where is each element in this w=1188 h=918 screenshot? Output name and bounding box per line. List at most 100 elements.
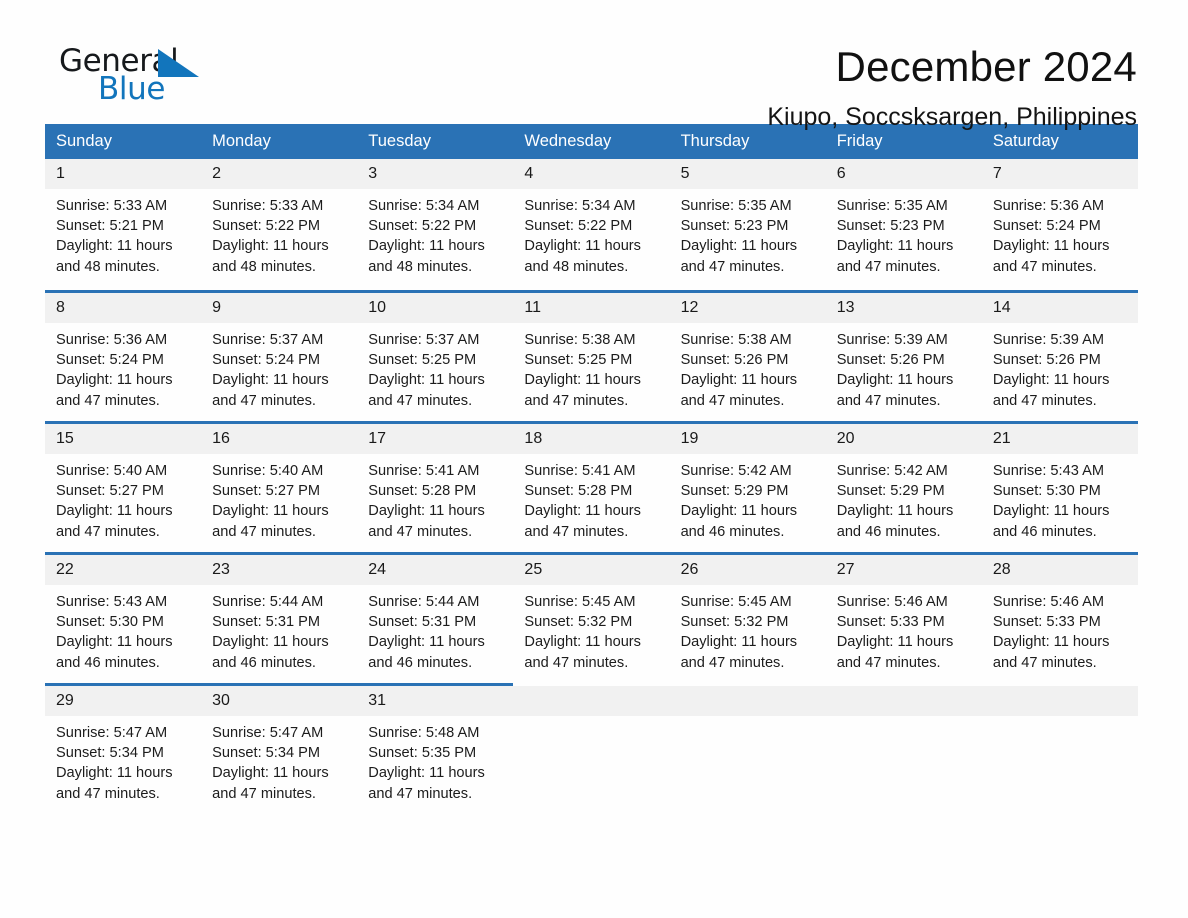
day-number: 27 bbox=[825, 555, 982, 585]
calendar-day-cell-empty bbox=[669, 683, 826, 814]
day-sun-info: Sunrise: 5:43 AM Sunset: 5:30 PM Dayligh… bbox=[56, 594, 173, 671]
day-number bbox=[825, 686, 982, 716]
day-sun-info bbox=[982, 716, 1138, 723]
general-blue-logo[interactable]: General Blue bbox=[59, 44, 219, 110]
page-title: December 2024 bbox=[835, 43, 1137, 90]
calendar-day-cell[interactable]: 24 Sunrise: 5:44 AM Sunset: 5:31 PM Dayli… bbox=[357, 552, 514, 683]
calendar-day-cell[interactable]: 29 Sunrise: 5:47 AM Sunset: 5:34 PM Dayli… bbox=[45, 683, 202, 814]
calendar-day-cell-empty bbox=[981, 683, 1138, 814]
calendar-day-cell[interactable]: 20 Sunrise: 5:42 AM Sunset: 5:29 PM Dayli… bbox=[825, 421, 982, 552]
day-sun-info: Sunrise: 5:42 AM Sunset: 5:29 PM Dayligh… bbox=[836, 463, 954, 540]
day-number: 9 bbox=[201, 293, 358, 323]
day-sun-info: Sunrise: 5:34 AM Sunset: 5:22 PM Dayligh… bbox=[524, 198, 641, 275]
day-number: 23 bbox=[201, 555, 358, 585]
day-sun-info: Sunrise: 5:38 AM Sunset: 5:25 PM Dayligh… bbox=[524, 332, 641, 409]
calendar-day-cell[interactable]: 10 Sunrise: 5:37 AM Sunset: 5:25 PM Dayli… bbox=[357, 290, 514, 421]
day-number: 25 bbox=[513, 555, 670, 585]
day-number: 26 bbox=[669, 555, 826, 585]
calendar-day-cell[interactable]: 15 Sunrise: 5:40 AM Sunset: 5:27 PM Dayli… bbox=[45, 421, 202, 552]
day-number: 1 bbox=[45, 159, 202, 189]
day-sun-info: Sunrise: 5:43 AM Sunset: 5:30 PM Dayligh… bbox=[992, 463, 1110, 540]
day-number: 13 bbox=[825, 293, 982, 323]
calendar-day-cell[interactable]: 4 Sunrise: 5:34 AM Sunset: 5:22 PM Daylig… bbox=[513, 159, 670, 290]
day-number: 12 bbox=[669, 293, 826, 323]
day-number: 6 bbox=[825, 159, 982, 189]
day-sun-info: Sunrise: 5:38 AM Sunset: 5:26 PM Dayligh… bbox=[680, 332, 798, 409]
day-number: 14 bbox=[981, 293, 1138, 323]
day-number: 11 bbox=[513, 293, 670, 323]
day-sun-info: Sunrise: 5:36 AM Sunset: 5:24 PM Dayligh… bbox=[56, 332, 173, 409]
calendar-week-row: 29 Sunrise: 5:47 AM Sunset: 5:34 PM Dayli… bbox=[45, 683, 1138, 814]
day-sun-info: Sunrise: 5:37 AM Sunset: 5:24 PM Dayligh… bbox=[212, 332, 329, 409]
day-number bbox=[981, 686, 1138, 716]
page-header: General Blue December 2024 Kiupo, Soccsk… bbox=[45, 0, 1143, 132]
day-sun-info: Sunrise: 5:39 AM Sunset: 5:26 PM Dayligh… bbox=[836, 332, 954, 409]
calendar-day-cell[interactable]: 28 Sunrise: 5:46 AM Sunset: 5:33 PM Dayli… bbox=[981, 552, 1138, 683]
calendar-day-cell[interactable]: 22 Sunrise: 5:43 AM Sunset: 5:30 PM Dayli… bbox=[45, 552, 202, 683]
day-number: 29 bbox=[45, 686, 202, 716]
day-sun-info: Sunrise: 5:39 AM Sunset: 5:26 PM Dayligh… bbox=[992, 332, 1110, 409]
day-number: 31 bbox=[357, 686, 514, 716]
calendar-day-cell[interactable]: 16 Sunrise: 5:40 AM Sunset: 5:27 PM Dayli… bbox=[201, 421, 358, 552]
day-number: 28 bbox=[981, 555, 1138, 585]
title-block: December 2024 Kiupo, Soccsksargen, Phili… bbox=[219, 44, 1143, 132]
day-sun-info: Sunrise: 5:35 AM Sunset: 5:23 PM Dayligh… bbox=[680, 198, 798, 275]
day-number: 4 bbox=[513, 159, 670, 189]
logo-text-blue: Blue bbox=[98, 71, 165, 107]
day-sun-info bbox=[513, 716, 669, 723]
day-number: 15 bbox=[45, 424, 202, 454]
day-sun-info: Sunrise: 5:41 AM Sunset: 5:28 PM Dayligh… bbox=[368, 463, 485, 540]
calendar-day-cell[interactable]: 3 Sunrise: 5:34 AM Sunset: 5:22 PM Daylig… bbox=[357, 159, 514, 290]
calendar-body: 1 Sunrise: 5:33 AM Sunset: 5:21 PM Daylig… bbox=[45, 159, 1138, 814]
calendar-day-cell[interactable]: 27 Sunrise: 5:46 AM Sunset: 5:33 PM Dayli… bbox=[825, 552, 982, 683]
calendar-day-cell[interactable]: 5 Sunrise: 5:35 AM Sunset: 5:23 PM Daylig… bbox=[669, 159, 826, 290]
calendar-day-cell[interactable]: 7 Sunrise: 5:36 AM Sunset: 5:24 PM Daylig… bbox=[981, 159, 1138, 290]
calendar-day-cell[interactable]: 19 Sunrise: 5:42 AM Sunset: 5:29 PM Dayli… bbox=[669, 421, 826, 552]
calendar-day-cell[interactable]: 23 Sunrise: 5:44 AM Sunset: 5:31 PM Dayli… bbox=[201, 552, 358, 683]
day-number: 8 bbox=[45, 293, 202, 323]
day-sun-info: Sunrise: 5:48 AM Sunset: 5:35 PM Dayligh… bbox=[368, 725, 485, 802]
day-number: 17 bbox=[357, 424, 514, 454]
day-sun-info: Sunrise: 5:34 AM Sunset: 5:22 PM Dayligh… bbox=[368, 198, 485, 275]
day-sun-info: Sunrise: 5:33 AM Sunset: 5:22 PM Dayligh… bbox=[212, 198, 329, 275]
day-sun-info: Sunrise: 5:45 AM Sunset: 5:32 PM Dayligh… bbox=[680, 594, 798, 671]
calendar-day-cell[interactable]: 1 Sunrise: 5:33 AM Sunset: 5:21 PM Daylig… bbox=[45, 159, 202, 290]
day-number: 22 bbox=[45, 555, 202, 585]
day-number: 21 bbox=[981, 424, 1138, 454]
calendar-day-cell[interactable]: 17 Sunrise: 5:41 AM Sunset: 5:28 PM Dayli… bbox=[357, 421, 514, 552]
day-sun-info: Sunrise: 5:47 AM Sunset: 5:34 PM Dayligh… bbox=[212, 725, 329, 802]
calendar-day-cell[interactable]: 30 Sunrise: 5:47 AM Sunset: 5:34 PM Dayli… bbox=[201, 683, 358, 814]
calendar-day-cell[interactable]: 14 Sunrise: 5:39 AM Sunset: 5:26 PM Dayli… bbox=[981, 290, 1138, 421]
day-sun-info: Sunrise: 5:42 AM Sunset: 5:29 PM Dayligh… bbox=[680, 463, 798, 540]
day-number: 18 bbox=[513, 424, 670, 454]
day-sun-info: Sunrise: 5:44 AM Sunset: 5:31 PM Dayligh… bbox=[368, 594, 485, 671]
day-number bbox=[669, 686, 826, 716]
day-sun-info: Sunrise: 5:46 AM Sunset: 5:33 PM Dayligh… bbox=[836, 594, 954, 671]
calendar-day-cell[interactable]: 21 Sunrise: 5:43 AM Sunset: 5:30 PM Dayli… bbox=[981, 421, 1138, 552]
calendar-day-cell[interactable]: 13 Sunrise: 5:39 AM Sunset: 5:26 PM Dayli… bbox=[825, 290, 982, 421]
calendar-day-cell[interactable]: 26 Sunrise: 5:45 AM Sunset: 5:32 PM Dayli… bbox=[669, 552, 826, 683]
calendar-day-cell[interactable]: 12 Sunrise: 5:38 AM Sunset: 5:26 PM Dayli… bbox=[669, 290, 826, 421]
calendar-day-cell-empty bbox=[513, 683, 670, 814]
calendar-day-cell[interactable]: 31 Sunrise: 5:48 AM Sunset: 5:35 PM Dayli… bbox=[357, 683, 514, 814]
day-sun-info: Sunrise: 5:37 AM Sunset: 5:25 PM Dayligh… bbox=[368, 332, 485, 409]
day-sun-info bbox=[670, 716, 826, 723]
calendar-day-cell[interactable]: 9 Sunrise: 5:37 AM Sunset: 5:24 PM Daylig… bbox=[201, 290, 358, 421]
calendar-day-cell[interactable]: 6 Sunrise: 5:35 AM Sunset: 5:23 PM Daylig… bbox=[825, 159, 982, 290]
calendar-week-row: 1 Sunrise: 5:33 AM Sunset: 5:21 PM Daylig… bbox=[45, 159, 1138, 290]
day-sun-info: Sunrise: 5:44 AM Sunset: 5:31 PM Dayligh… bbox=[212, 594, 329, 671]
calendar-day-cell[interactable]: 8 Sunrise: 5:36 AM Sunset: 5:24 PM Daylig… bbox=[45, 290, 202, 421]
calendar-day-cell[interactable]: 11 Sunrise: 5:38 AM Sunset: 5:25 PM Dayli… bbox=[513, 290, 670, 421]
calendar-day-cell[interactable]: 2 Sunrise: 5:33 AM Sunset: 5:22 PM Daylig… bbox=[201, 159, 358, 290]
calendar-week-row: 22 Sunrise: 5:43 AM Sunset: 5:30 PM Dayli… bbox=[45, 552, 1138, 683]
day-number: 7 bbox=[981, 159, 1138, 189]
day-sun-info: Sunrise: 5:45 AM Sunset: 5:32 PM Dayligh… bbox=[524, 594, 641, 671]
calendar-day-cell-empty bbox=[825, 683, 982, 814]
day-number: 16 bbox=[201, 424, 358, 454]
day-number: 19 bbox=[669, 424, 826, 454]
calendar-day-cell[interactable]: 25 Sunrise: 5:45 AM Sunset: 5:32 PM Dayli… bbox=[513, 552, 670, 683]
calendar-table: Sunday Monday Tuesday Wednesday Thursday Frid… bbox=[45, 124, 1138, 814]
day-number: 30 bbox=[201, 686, 358, 716]
calendar-day-cell[interactable]: 18 Sunrise: 5:41 AM Sunset: 5:28 PM Dayli… bbox=[513, 421, 670, 552]
day-number: 10 bbox=[357, 293, 514, 323]
